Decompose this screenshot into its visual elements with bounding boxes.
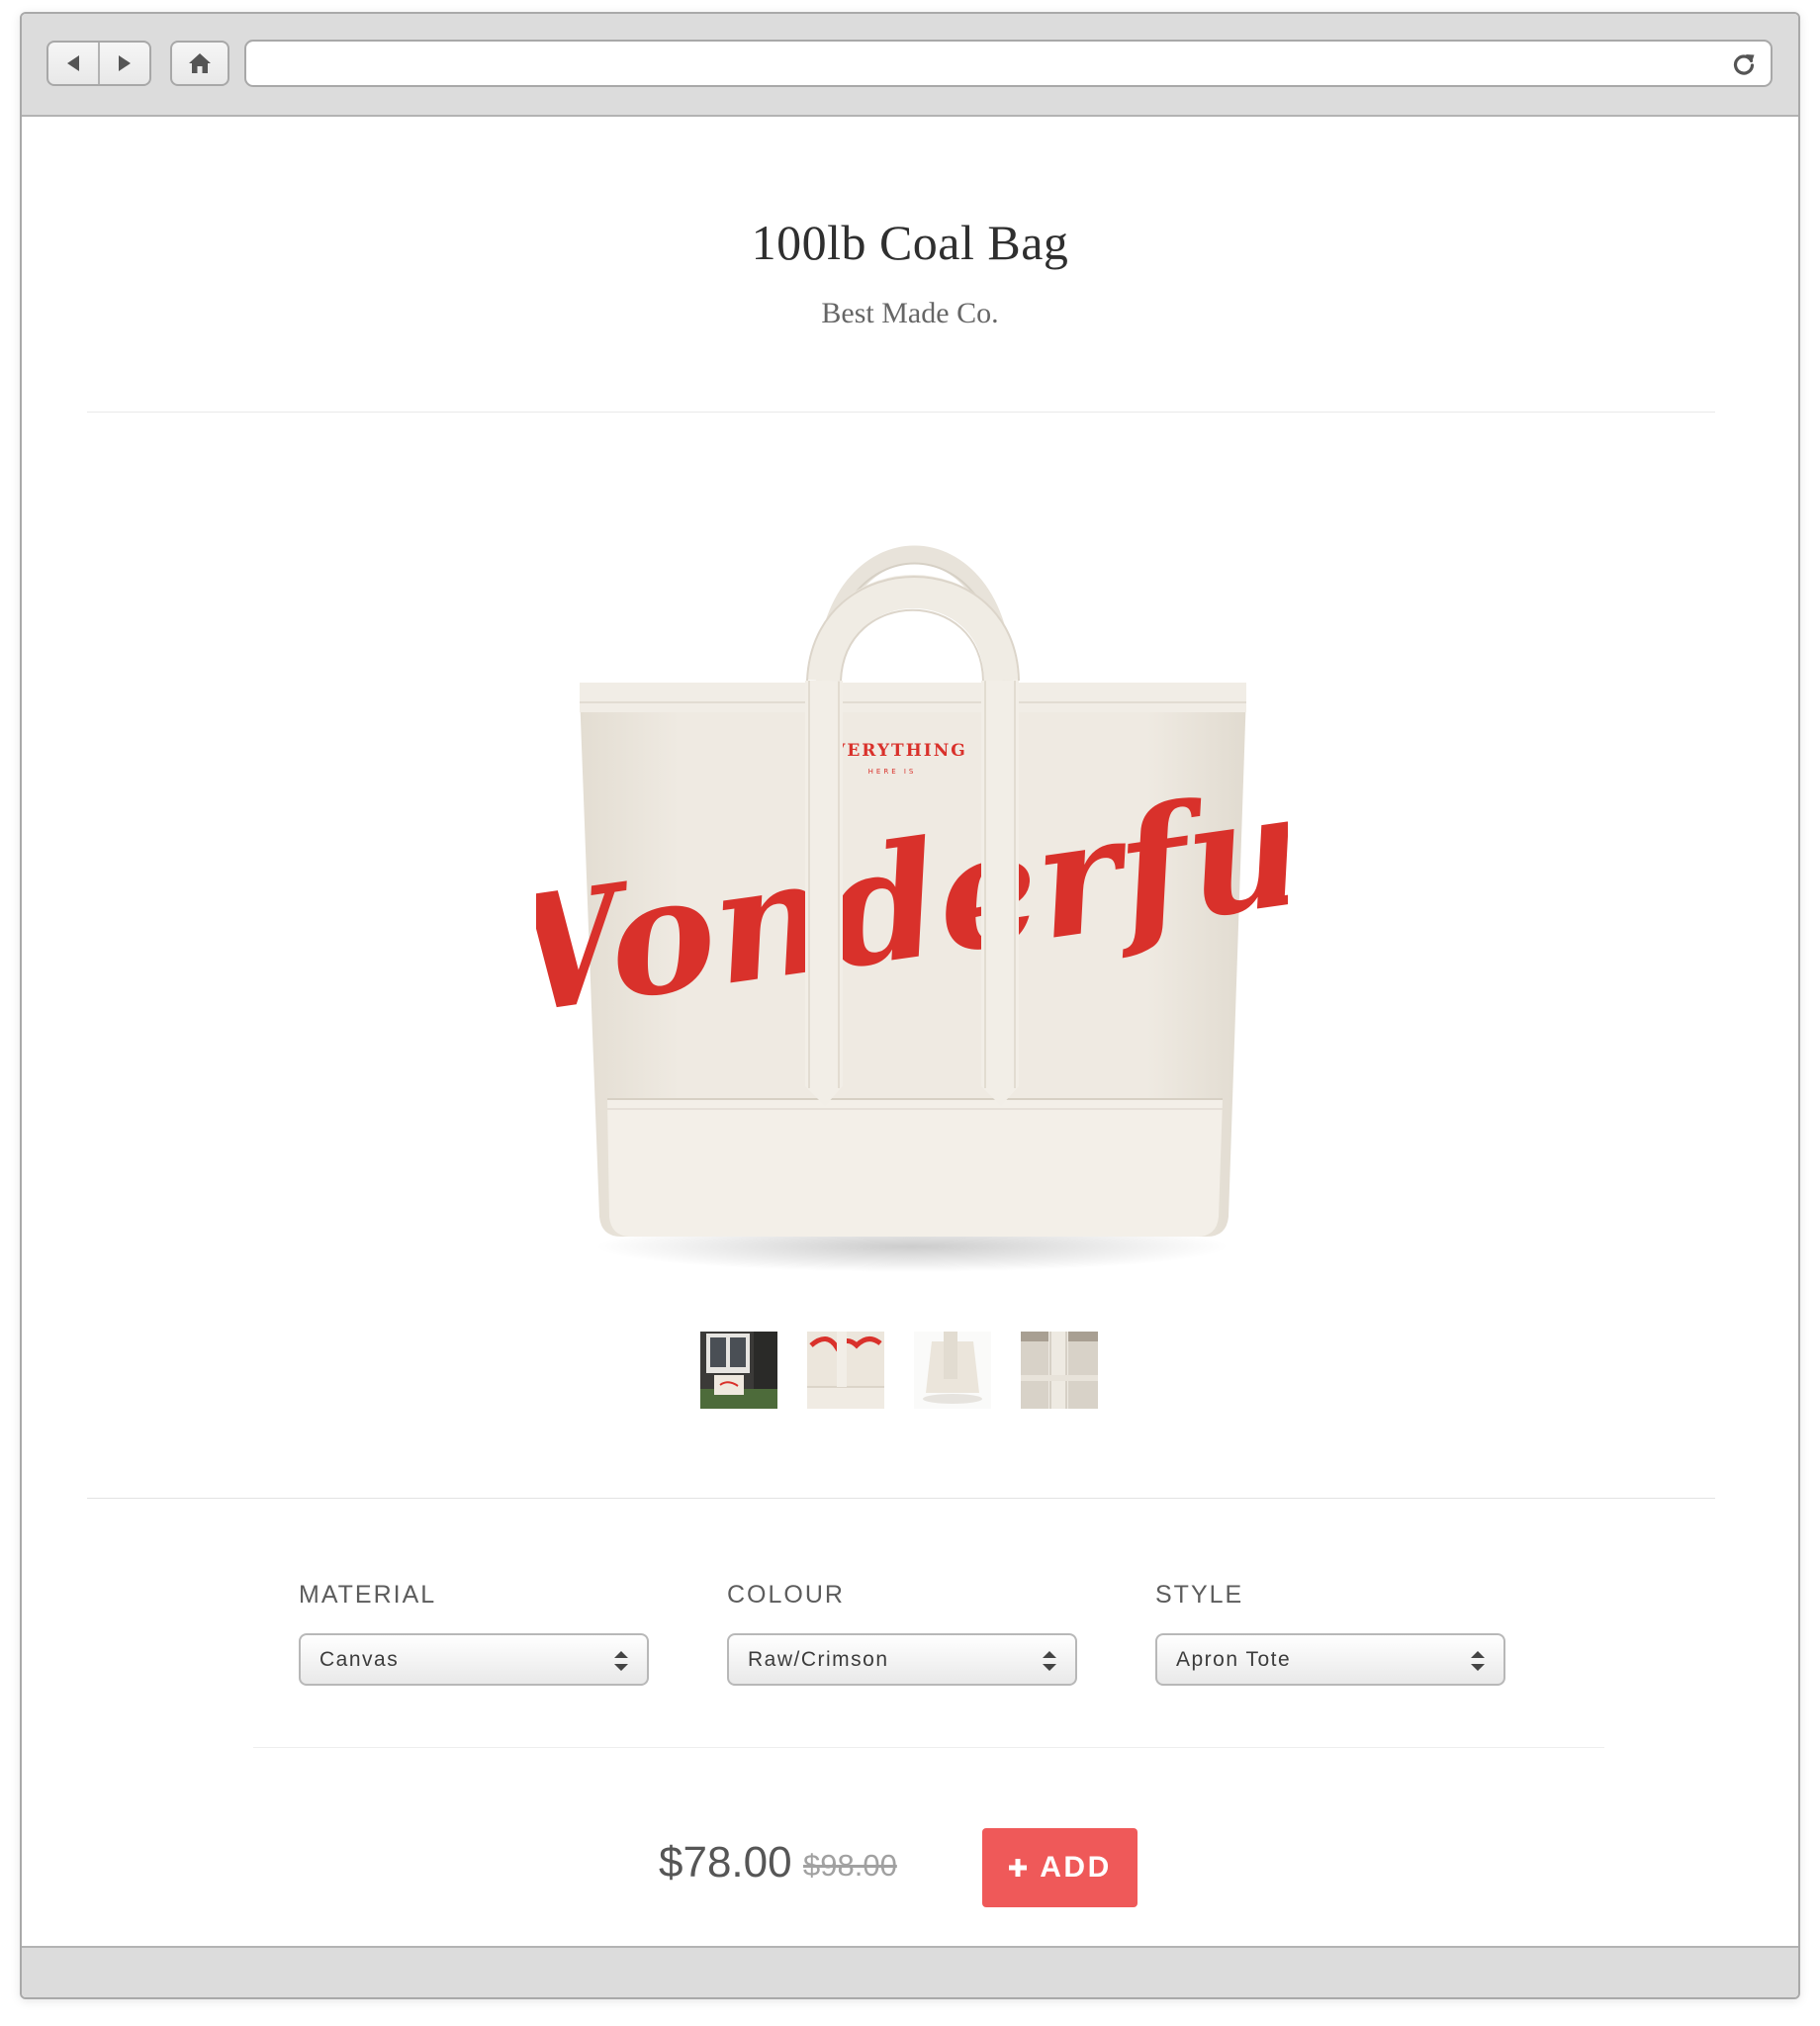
price: $78.00 [659,1838,792,1887]
colour-label: COLOUR [727,1581,845,1609]
home-icon [189,53,211,73]
thumbnail-strap-detail[interactable] [1021,1332,1098,1409]
option-style: STYLE Apron Tote [1155,1581,1505,1686]
material-select[interactable]: Canvas [299,1633,649,1686]
add-button-label: ADD [1040,1851,1112,1884]
material-value: Canvas [319,1648,400,1671]
colour-value: Raw/Crimson [748,1648,889,1671]
thumbnail-lifestyle-porch[interactable] [700,1332,777,1409]
product-image: EVERYTHING HERE IS Wonderful [536,545,1288,1272]
old-price: $98.00 [803,1848,897,1883]
select-arrows-icon [1043,1651,1056,1671]
select-arrows-icon [1471,1651,1485,1671]
divider [253,1747,1604,1748]
page-content: 100lb Coal Bag Best Made Co. EVERYTHING … [22,117,1798,1948]
browser-window: 100lb Coal Bag Best Made Co. EVERYTHING … [20,12,1800,1999]
option-colour: COLOUR Raw/Crimson [727,1581,1077,1686]
style-value: Apron Tote [1176,1648,1292,1671]
forward-button[interactable] [98,43,149,84]
select-arrows-icon [614,1651,628,1671]
divider [87,1498,1715,1499]
back-arrow-icon [67,55,79,71]
thumbnail-image [914,1332,991,1409]
address-bar[interactable] [244,40,1773,87]
thumbnail-strip [700,1332,1098,1409]
address-input[interactable] [260,49,1708,79]
browser-statusbar [22,1946,1798,1997]
print-small-line: HERE IS [868,768,917,776]
thumbnail-print-closeup[interactable] [807,1332,884,1409]
thumbnail-base-detail[interactable] [914,1332,991,1409]
thumbnail-image [807,1332,884,1409]
option-material: MATERIAL Canvas [299,1581,649,1686]
style-select[interactable]: Apron Tote [1155,1633,1505,1686]
thumbnail-image [1021,1332,1098,1409]
brand-name: Best Made Co. [821,297,999,329]
forward-arrow-icon [119,55,131,71]
add-to-cart-button[interactable]: ADD [982,1828,1138,1907]
colour-select[interactable]: Raw/Crimson [727,1633,1077,1686]
home-button[interactable] [170,41,229,86]
style-label: STYLE [1155,1581,1244,1609]
material-label: MATERIAL [299,1581,437,1609]
history-nav [46,41,151,86]
back-button[interactable] [48,43,98,84]
plus-icon [1009,1859,1028,1877]
price-row: $78.00 $98.00 ADD [22,1828,1798,1907]
thumbnail-image [700,1332,777,1409]
divider [87,412,1715,413]
browser-toolbar [22,14,1798,117]
product-title: 100lb Coal Bag [751,215,1069,270]
reload-icon[interactable] [1731,51,1757,77]
